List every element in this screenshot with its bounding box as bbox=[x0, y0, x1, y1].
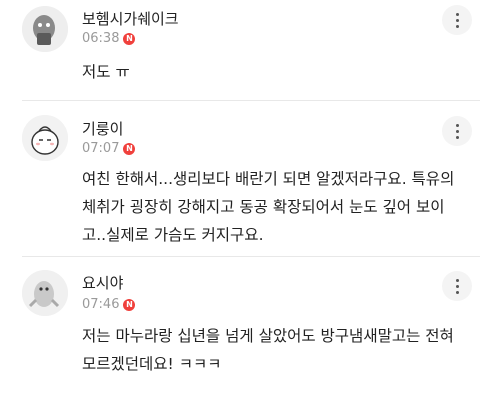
avatar-character-icon bbox=[22, 6, 68, 52]
avatar-character-icon bbox=[22, 115, 68, 161]
new-badge-icon: N bbox=[123, 32, 136, 45]
comment-time: 06:38 bbox=[82, 31, 120, 46]
dot bbox=[455, 135, 459, 139]
comment-text: 저는 마누라랑 십년을 넘게 살았어도 방구냄새말고는 전혀 모르겠던데요! ㅋ… bbox=[82, 327, 459, 373]
more-options-button[interactable] bbox=[442, 271, 472, 301]
new-badge-icon: N bbox=[123, 298, 136, 311]
comment-time: 07:07 bbox=[82, 141, 120, 156]
dot bbox=[455, 129, 459, 133]
comment-time: 07:46 bbox=[82, 297, 120, 312]
author-name[interactable]: 기룽이 bbox=[82, 118, 123, 139]
author-name[interactable]: 요시야 bbox=[82, 272, 123, 293]
avatar[interactable] bbox=[22, 6, 68, 52]
avatar[interactable] bbox=[22, 270, 68, 316]
dot bbox=[455, 12, 459, 16]
more-options-button[interactable] bbox=[442, 116, 472, 146]
dot bbox=[455, 284, 459, 288]
dot bbox=[455, 123, 459, 127]
comment-text: 여친 한해서...생리보다 배란기 되면 알겠저라구요. 특유의 체취가 굉장히… bbox=[82, 170, 460, 244]
avatar-character-icon bbox=[22, 270, 68, 316]
dot bbox=[455, 290, 459, 294]
time-row: 07:46 N bbox=[82, 297, 136, 312]
avatar[interactable] bbox=[22, 115, 68, 161]
time-row: 06:38 N bbox=[82, 31, 136, 46]
dot bbox=[455, 18, 459, 22]
divider bbox=[22, 100, 480, 101]
time-row: 07:07 N bbox=[82, 141, 136, 156]
divider bbox=[22, 256, 480, 257]
author-name[interactable]: 보헴시가쉐이크 bbox=[82, 8, 179, 29]
dot bbox=[455, 278, 459, 282]
comment-text: 저도 ㅠ bbox=[82, 63, 130, 81]
more-options-button[interactable] bbox=[442, 5, 472, 35]
dot bbox=[455, 24, 459, 28]
new-badge-icon: N bbox=[123, 142, 136, 155]
